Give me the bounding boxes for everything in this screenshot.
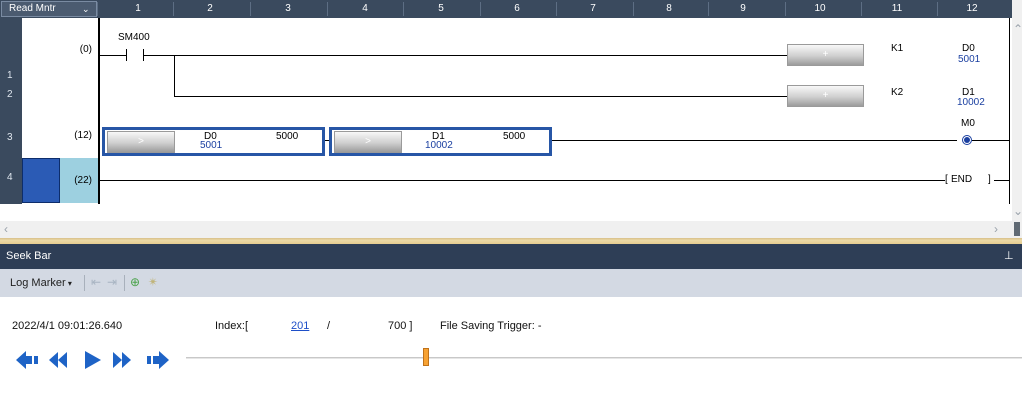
- pin-icon[interactable]: ⊥: [1004, 249, 1014, 262]
- column-number: 7: [590, 3, 596, 14]
- ladder-cursor[interactable]: [22, 158, 60, 203]
- add2-source: K2: [891, 87, 904, 98]
- seek-bar-toolbar: Log Marker ▾ ⇤ ⇥ ⊕ ✴: [0, 269, 1022, 297]
- compare-operator: >: [365, 136, 371, 147]
- step-forward-icon[interactable]: [110, 349, 134, 371]
- horizontal-scrollbar[interactable]: ‹ ›: [0, 221, 1012, 238]
- right-power-rail: [1009, 18, 1010, 204]
- log-marker-label: Log Marker: [10, 277, 66, 289]
- cmp2-constant: 5000: [503, 131, 526, 142]
- column-number: 5: [438, 3, 444, 14]
- monitor-mode-dropdown[interactable]: Read Mntr ⌄: [1, 1, 97, 17]
- end-instruction[interactable]: END: [951, 174, 972, 185]
- marker-settings-icon[interactable]: ✴: [148, 275, 158, 289]
- branch-line: [174, 55, 175, 96]
- index-total: 700 ]: [388, 320, 413, 332]
- coil-device-label: M0: [961, 118, 975, 129]
- column-number: 3: [285, 3, 291, 14]
- row-gutter: 1 2 3 4: [0, 18, 22, 204]
- row-number: 2: [7, 89, 13, 100]
- index-label: Index:[: [215, 320, 249, 332]
- contact-device-label: SM400: [118, 32, 150, 43]
- log-marker-dropdown[interactable]: Log Marker ▾: [10, 277, 72, 289]
- row-number: 1: [7, 70, 13, 81]
- add-operator: +: [822, 49, 829, 60]
- column-number: 1: [135, 3, 141, 14]
- step-back-icon[interactable]: [46, 349, 70, 371]
- compare-operator: >: [138, 136, 144, 147]
- column-number: 8: [666, 3, 672, 14]
- file-saving-trigger: File Saving Trigger: -: [440, 320, 542, 332]
- scroll-left-icon[interactable]: ‹: [4, 222, 8, 236]
- contact-left-plate[interactable]: [126, 49, 127, 61]
- play-icon[interactable]: [80, 349, 104, 371]
- seek-slider-thumb[interactable]: [423, 348, 429, 366]
- add-operator: +: [822, 90, 829, 101]
- compare-op-box: >: [334, 131, 402, 153]
- next-marker-icon[interactable]: ⇥: [107, 275, 117, 289]
- add2-dest-value: 10002: [957, 97, 985, 108]
- row-number: 3: [7, 132, 13, 143]
- add-marker-icon[interactable]: ⊕: [130, 275, 140, 289]
- column-number: 6: [514, 3, 520, 14]
- step-number: (12): [74, 130, 92, 141]
- cmp2-device-value: 10002: [425, 140, 453, 151]
- index-separator: /: [327, 320, 331, 332]
- timestamp: 2022/4/1 09:01:26.640: [12, 320, 123, 332]
- add1-dest-device: D0: [962, 43, 975, 54]
- cmp1-device-value: 5001: [200, 140, 223, 151]
- ladder-editor: Read Mntr ⌄ 1 2 3 4 5 6 7 8 9 10 11 12 1…: [0, 0, 1022, 238]
- prev-marker-icon[interactable]: ⇤: [91, 275, 101, 289]
- add-instruction-2[interactable]: +: [787, 85, 864, 107]
- column-number: 12: [966, 3, 978, 14]
- jump-to-start-icon[interactable]: [15, 349, 39, 371]
- seek-bar-titlebar: Seek Bar ⊥: [0, 244, 1022, 269]
- column-number: 4: [362, 3, 368, 14]
- jump-to-end-icon[interactable]: [146, 349, 170, 371]
- scroll-right-icon[interactable]: ›: [994, 222, 998, 236]
- coil-icon[interactable]: [962, 135, 972, 145]
- cmp1-constant: 5000: [276, 131, 299, 142]
- step-number: (22): [74, 175, 92, 186]
- column-number: 10: [814, 3, 826, 14]
- end-bracket-right: ]: [988, 174, 991, 185]
- monitor-mode-label: Read Mntr: [9, 3, 56, 14]
- chevron-down-icon: ⌄: [82, 4, 90, 14]
- add1-source: K1: [891, 43, 904, 54]
- end-bracket-left: [: [945, 174, 948, 185]
- column-header: Read Mntr ⌄ 1 2 3 4 5 6 7 8 9 10 11 12: [0, 0, 1012, 18]
- add-instruction-1[interactable]: +: [787, 44, 864, 66]
- column-number: 11: [891, 3, 903, 14]
- scrollbar-thumb[interactable]: [1014, 222, 1020, 236]
- left-power-rail: [98, 18, 100, 204]
- column-number: 9: [740, 3, 746, 14]
- index-value-link[interactable]: 201: [291, 320, 309, 332]
- seek-bar-title: Seek Bar: [6, 250, 52, 262]
- step-number: (0): [79, 44, 92, 55]
- add1-dest-value: 5001: [958, 54, 981, 65]
- vertical-scrollbar[interactable]: ⌃ ⌄: [1012, 0, 1022, 238]
- column-number: 2: [207, 3, 213, 14]
- compare-op-box: >: [107, 131, 175, 153]
- scroll-down-icon[interactable]: ⌄: [1013, 204, 1022, 218]
- scroll-up-icon[interactable]: ⌃: [1013, 22, 1022, 36]
- row-number: 4: [7, 172, 13, 183]
